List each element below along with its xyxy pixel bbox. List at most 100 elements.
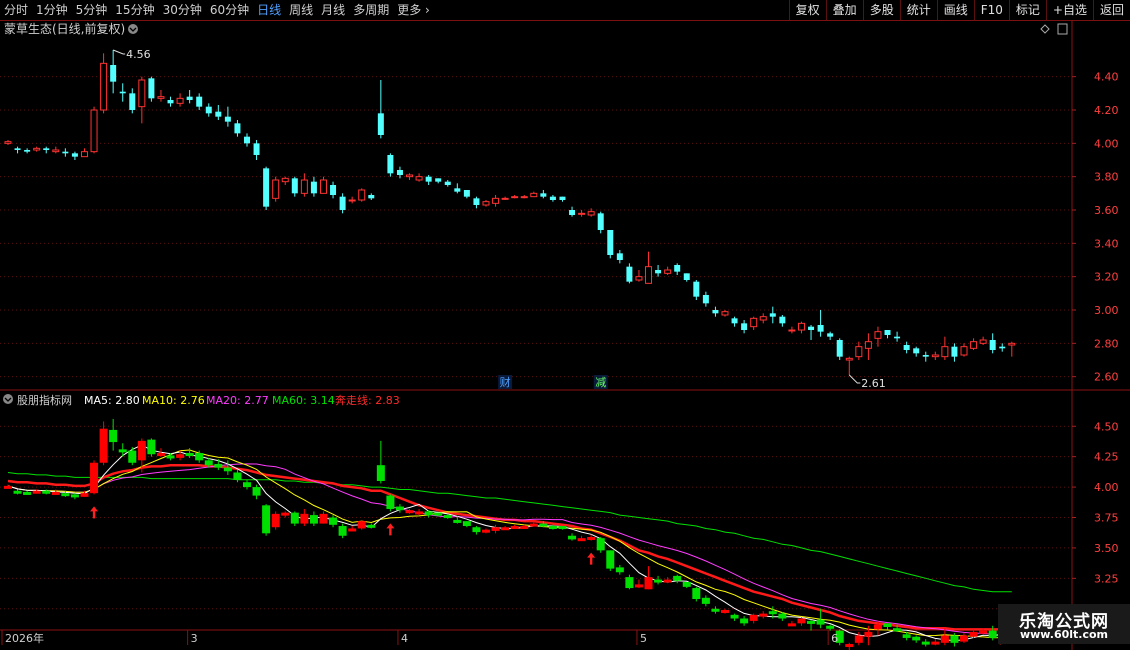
main-candle-body (24, 150, 31, 152)
sub-candle-body (587, 536, 596, 540)
sub-candle-body (338, 526, 347, 536)
main-candle-body (750, 317, 758, 328)
legend-item-0: MA5: 2.80 (84, 394, 140, 407)
sub-candle-body (711, 608, 720, 612)
main-candle-body (960, 346, 968, 356)
sub-candle-body (606, 550, 615, 569)
sub-candle-body (644, 577, 653, 590)
sub-candle-body (70, 494, 79, 498)
main-candle-body (683, 273, 690, 280)
main-candle-body (482, 201, 490, 206)
main-candle-body (196, 96, 203, 107)
sub-candle-body (223, 467, 232, 472)
main-candle-body (511, 196, 519, 199)
high-price-label: 4.56 (126, 48, 151, 61)
event-marker-label: 减 (595, 376, 606, 389)
main-candle-body (157, 96, 165, 99)
main-candle-body (43, 148, 50, 150)
main-y-tick-label: 3.40 (1094, 237, 1119, 250)
buy-signal-arrow (587, 552, 596, 565)
sub-y-tick-label: 3.75 (1094, 512, 1119, 525)
main-y-tick-label: 4.40 (1094, 71, 1119, 84)
sub-candle-body (357, 521, 366, 529)
main-candle-body (33, 147, 41, 151)
main-candle-body (827, 333, 834, 337)
sub-candle-body (768, 611, 777, 615)
main-candle-body (759, 316, 767, 321)
main-candle-body (263, 168, 270, 207)
main-candle-body (253, 143, 260, 155)
sub-candle-body (462, 521, 471, 527)
main-candle-body (607, 230, 614, 255)
sub-candle-body (634, 584, 643, 588)
main-candle-body (712, 310, 719, 314)
sub-candle-body (434, 512, 443, 516)
site-logo: 乐淘公式网 www.60lt.com (998, 604, 1130, 644)
main-candle-body (578, 212, 586, 215)
sub-candle-body (826, 625, 835, 629)
main-candle-body (291, 178, 298, 194)
main-candle-body (148, 78, 155, 99)
main-candle-body (4, 141, 12, 144)
main-y-tick-label: 3.60 (1094, 204, 1119, 217)
sub-candle-body (491, 527, 500, 531)
sub-candle-body (787, 623, 796, 627)
low-price-label: 2.61 (861, 377, 886, 390)
main-candle-body (970, 341, 978, 349)
sub-candle-body (61, 493, 70, 497)
main-candle-body (463, 190, 470, 197)
sub-candle-body (51, 491, 60, 495)
main-candle-body (492, 197, 500, 204)
main-candle-body (377, 113, 384, 135)
sub-candle-body (940, 635, 949, 643)
main-candle-body (874, 331, 882, 339)
sub-candle-body (529, 523, 538, 527)
main-candle-body (310, 181, 317, 194)
main-candle-body (300, 179, 308, 194)
main-candle-body (205, 106, 212, 114)
sub-candle-body (271, 513, 280, 528)
sub-candle-body (204, 460, 213, 466)
main-candle-body (702, 295, 709, 304)
legend-item-3: MA60: 3.14 (272, 394, 335, 407)
sub-candle-body (558, 526, 567, 530)
main-candle-body (387, 155, 394, 174)
main-candle-body (454, 188, 461, 192)
sub-candle-body (883, 623, 892, 627)
benzou-line (7, 463, 1012, 631)
sub-candle-body (214, 463, 223, 468)
main-candle-body (186, 96, 193, 100)
sub-candle-body (548, 526, 557, 530)
main-candle-body (559, 196, 566, 200)
main-candle-body (358, 189, 366, 201)
sub-candle-body (109, 429, 118, 443)
sub-candle-body (147, 439, 156, 455)
sub-candle-body (233, 472, 242, 480)
sub-candle-body (749, 614, 758, 621)
main-candle-body (444, 181, 451, 185)
main-candle-body (989, 340, 996, 350)
sub-candles (4, 418, 1016, 650)
main-candle-body (931, 354, 939, 358)
sub-candle-body (797, 618, 806, 624)
sub-candle-body (701, 597, 710, 604)
sub-candle-body (845, 644, 854, 648)
sub-candle-body (176, 454, 185, 458)
sub-candle-body (329, 517, 338, 525)
main-candle-body (674, 265, 681, 272)
main-candle-body (224, 116, 231, 122)
main-y-tick-label: 2.80 (1094, 337, 1119, 350)
main-candle-body (616, 253, 623, 260)
x-axis-label: 3 (191, 632, 198, 645)
sub-candle-body (290, 512, 299, 524)
sub-candle-body (740, 618, 749, 624)
sub-candle-body (721, 609, 729, 613)
kline-chart[interactable]: 4.40 4.20 4.00 3.80 3.60 3.40 3.20 3.00 2.80 2.60… (0, 0, 1130, 650)
main-candle-body (540, 193, 547, 197)
legend-item-4: 奔走线: 2.83 (335, 393, 400, 407)
sub-candle-body (960, 635, 968, 642)
sub-candle-body (663, 579, 672, 583)
main-candle-body (90, 109, 98, 153)
title-dropdown-icon (128, 24, 138, 34)
sub-candle-body (501, 527, 510, 531)
